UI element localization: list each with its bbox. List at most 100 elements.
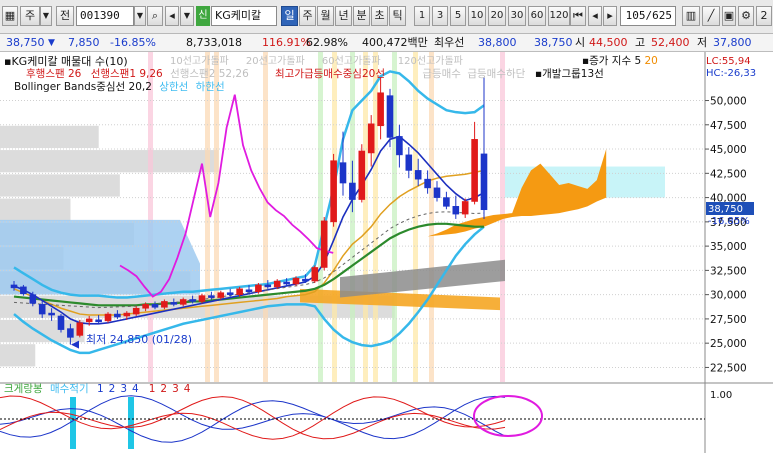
chart-area[interactable]: 22,500 25,000 27,500 30,000 32,500 35,000 37,5… bbox=[0, 52, 773, 453]
signal-band bbox=[214, 52, 219, 382]
candle-body bbox=[292, 277, 300, 285]
candle-body bbox=[48, 312, 55, 316]
candle-body bbox=[396, 136, 403, 156]
signal-band bbox=[205, 52, 210, 382]
y-tick-label: 50,000 bbox=[710, 96, 747, 108]
minute-option-20[interactable]: 20 bbox=[488, 6, 506, 26]
tab-일[interactable]: 일 bbox=[281, 6, 298, 26]
sound-icon[interactable]: ◂ bbox=[165, 6, 179, 26]
tab-년[interactable]: 년 bbox=[335, 6, 352, 26]
candle-body bbox=[179, 299, 187, 305]
code-dropdown-icon[interactable]: ▼ bbox=[134, 6, 146, 26]
signal-surge-buy: 급등매수 bbox=[422, 68, 461, 80]
y-tick-label: 27,500 bbox=[710, 314, 747, 326]
signal-high: 최고가 bbox=[275, 68, 304, 80]
y-tick-label: 45,000 bbox=[710, 144, 747, 156]
candle-body bbox=[236, 288, 243, 295]
tab-월[interactable]: 월 bbox=[317, 6, 334, 26]
sub-axis-top: 1.00 bbox=[710, 390, 732, 401]
candle-body bbox=[414, 170, 422, 180]
candle-body bbox=[433, 187, 441, 198]
ichimoku-legend: 후행스팬 26 선행스팬1 9,26 선행스팬2 52,26 bbox=[26, 68, 249, 81]
candle-body bbox=[255, 284, 262, 293]
minute-option-10[interactable]: 10 bbox=[468, 6, 486, 26]
sub-numbers: 12341234 bbox=[92, 383, 191, 395]
minute-option-3[interactable]: 3 bbox=[432, 6, 448, 26]
tab-주[interactable]: 주 bbox=[299, 6, 316, 26]
sub-num-blue: 3 bbox=[120, 383, 128, 395]
right-legend-1: ▪증가 지수 5 20 bbox=[582, 55, 658, 68]
tab-초[interactable]: 초 bbox=[371, 6, 388, 26]
extra-button[interactable]: 2 bbox=[756, 6, 772, 26]
down-arrow-icon: ▼ bbox=[48, 38, 55, 48]
settings-icon[interactable]: ⚙ bbox=[738, 6, 754, 26]
search-icon[interactable]: ⌕ bbox=[147, 6, 163, 26]
stock-name-field[interactable]: KG케미칼 bbox=[211, 6, 277, 26]
candle-body bbox=[273, 280, 281, 288]
candle-body bbox=[189, 299, 196, 302]
candle-body bbox=[349, 182, 356, 200]
candle-body bbox=[217, 292, 225, 298]
low-label: 저 bbox=[697, 36, 708, 49]
y-tick-label: 22,500 bbox=[710, 362, 747, 374]
candle-body bbox=[151, 304, 159, 308]
volume-profile-bar bbox=[0, 344, 36, 367]
chevron-down-icon[interactable]: ▼ bbox=[40, 6, 52, 26]
prev-button[interactable]: 전 bbox=[56, 6, 74, 26]
bb-upper-label: 상한선 bbox=[159, 81, 189, 93]
candle-body bbox=[311, 267, 319, 282]
candle-body bbox=[57, 315, 65, 330]
candle-body bbox=[67, 328, 74, 338]
save-icon[interactable]: ▣ bbox=[722, 6, 736, 26]
stock-code-input[interactable]: 001390 bbox=[76, 6, 134, 26]
price-change: 7,850 bbox=[68, 36, 100, 49]
prev-page-icon[interactable]: ◂ bbox=[588, 6, 602, 26]
layout-icon[interactable]: ▦ bbox=[2, 6, 18, 26]
sub-num-red: 3 bbox=[172, 383, 179, 395]
leading-span1-label: 선행스팬1 9,26 bbox=[90, 68, 163, 80]
signal-surge-center: 급등매수중심 bbox=[303, 68, 362, 80]
minute-option-5[interactable]: 5 bbox=[450, 6, 466, 26]
signal-band bbox=[363, 52, 368, 382]
draw-tool-icon[interactable]: ╱ bbox=[702, 6, 720, 26]
sub-num-blue: 4 bbox=[132, 383, 139, 395]
first-page-icon[interactable]: ⏮ bbox=[570, 6, 586, 26]
signal-surge-bottom: 급등매수하단 bbox=[467, 68, 526, 80]
lagging-span-label: 후행스팬 26 bbox=[26, 68, 82, 80]
bb-label: Bollinger Bands중심선 20,2 bbox=[14, 81, 152, 93]
candle-body bbox=[320, 220, 328, 268]
sound-dropdown-icon[interactable]: ▼ bbox=[180, 6, 194, 26]
minute-option-120[interactable]: 120 bbox=[548, 6, 570, 26]
candle-body bbox=[245, 289, 253, 293]
dev-group-label: 개발그룹13선 bbox=[542, 68, 604, 80]
sub-num-blue: 1 bbox=[96, 383, 104, 395]
hc-value: HC:-26,33 bbox=[706, 68, 756, 79]
next-page-icon[interactable]: ▸ bbox=[603, 6, 617, 26]
period-select[interactable]: 주 bbox=[20, 6, 40, 26]
minute-option-60[interactable]: 60 bbox=[528, 6, 546, 26]
candle-body bbox=[161, 301, 168, 308]
sub-num-red: 4 bbox=[183, 383, 191, 395]
leading-span2-label: 선행스팬2 52,26 bbox=[170, 68, 249, 80]
bb-legend: Bollinger Bands중심선 20,2 상한선 하한선 bbox=[14, 81, 225, 94]
current-price-tag: 38,750 bbox=[708, 204, 743, 215]
chart-type-icon[interactable]: ▥ bbox=[682, 6, 700, 26]
low-price: 37,800 bbox=[713, 36, 752, 49]
y-tick-label: 47,500 bbox=[710, 120, 747, 132]
tab-틱[interactable]: 틱 bbox=[389, 6, 406, 26]
trade-amount: 400,472백만 bbox=[362, 36, 428, 49]
signal-band bbox=[373, 52, 378, 382]
tab-분[interactable]: 분 bbox=[353, 6, 370, 26]
minute-option-1[interactable]: 1 bbox=[414, 6, 430, 26]
candle-body bbox=[20, 286, 27, 294]
high-price: 52,400 bbox=[651, 36, 690, 49]
ma-label-20: 20선고가돌파 bbox=[245, 56, 305, 67]
minute-option-30[interactable]: 30 bbox=[508, 6, 526, 26]
ma-label-120: 120선고가돌파 bbox=[397, 56, 463, 67]
candle-body bbox=[330, 160, 337, 223]
candle-body bbox=[38, 304, 46, 315]
toolbar: ▦ 주 ▼ 전 001390 ▼ ⌕ ◂ ▼ 신 KG케미칼 일주월년분초틱 1… bbox=[0, 0, 773, 34]
increase-index-label: 증가 지수 5 bbox=[589, 55, 642, 67]
quote-bar: 38,750 ▼ 7,850 -16.85% 8,733,018 116.91%… bbox=[0, 34, 773, 52]
new-indicator-badge: 신 bbox=[196, 6, 210, 26]
